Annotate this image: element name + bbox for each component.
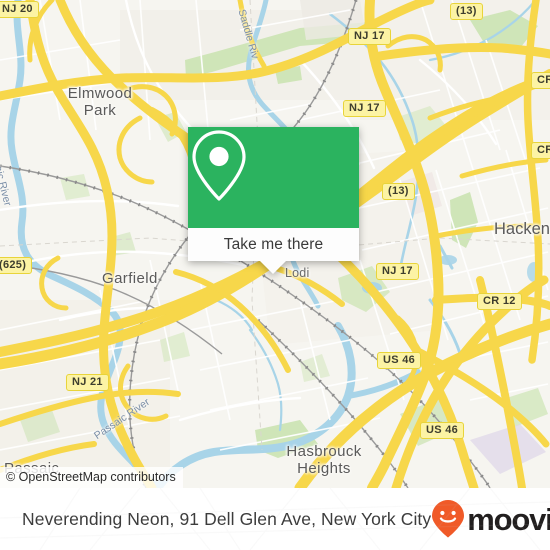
shield-nj-17-c[interactable]: NJ 17 [376, 263, 419, 280]
map-canvas[interactable]: .road-major{stroke:#f7d74a;stroke-lineca… [0, 0, 550, 488]
moovit-brand[interactable]: moovit [431, 499, 550, 539]
take-me-there-button[interactable]: Take me there [188, 228, 359, 261]
moovit-wordmark: moovit [467, 501, 550, 537]
shield-13-a[interactable]: (13) [450, 3, 483, 20]
shield-13-b[interactable]: (13) [382, 183, 415, 200]
moovit-smiley-pin-icon [432, 500, 465, 538]
map-pin-icon [192, 130, 246, 201]
shield-nj-21[interactable]: NJ 21 [66, 374, 109, 391]
location-popup[interactable]: Take me there [188, 127, 359, 274]
shield-nj-17-a[interactable]: NJ 17 [348, 28, 391, 45]
shield-us-46-a[interactable]: US 46 [377, 352, 422, 369]
shield-nj-17-b[interactable]: NJ 17 [343, 100, 386, 117]
shield-cr-12[interactable]: CR 12 [477, 293, 522, 310]
shield-625[interactable]: (625) [0, 257, 33, 274]
shield-us-46-b[interactable]: US 46 [420, 422, 465, 439]
shield-cr-a[interactable]: CR [531, 72, 550, 89]
popup-image-area [188, 127, 359, 228]
osm-attribution[interactable]: © OpenStreetMap contributors [0, 467, 183, 488]
bottom-info-bar: Neverending Neon, 91 Dell Glen Ave, New … [0, 488, 550, 550]
map-screenshot: .road-major{stroke:#f7d74a;stroke-lineca… [0, 0, 550, 550]
shield-cr-b[interactable]: CR [531, 142, 550, 159]
popup-tail [260, 261, 286, 274]
shield-nj-20[interactable]: NJ 20 [0, 1, 39, 18]
location-title: Neverending Neon, 91 Dell Glen Ave, New … [22, 508, 432, 529]
